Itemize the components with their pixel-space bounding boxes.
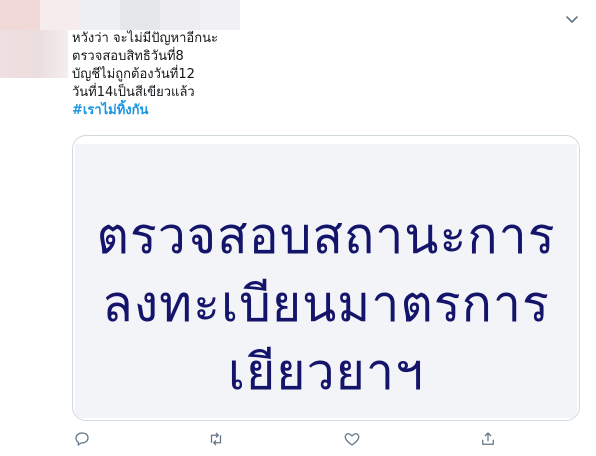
heart-icon (343, 430, 361, 452)
avatar[interactable] (0, 30, 68, 78)
blurred-user-header (0, 0, 245, 30)
media-text-line: ตรวจสอบสถานะการ (96, 207, 556, 265)
blurred-block (200, 0, 240, 30)
tweet-text-line: หวังว่า จะไม่มีปัญหาอีกนะ (72, 31, 218, 46)
retweet-icon (207, 430, 225, 452)
chevron-down-icon[interactable] (563, 10, 581, 28)
like-button[interactable] (340, 430, 364, 452)
media-text-line: เยียวยาฯ (227, 343, 425, 401)
reply-button[interactable] (70, 430, 94, 452)
blurred-block (40, 0, 80, 30)
tweet-text-line: บัญชีไม่ถูกต้องวันที่12 (72, 67, 195, 82)
tweet-text-line: วันที่14เป็นสีเขียวแล้ว (72, 85, 195, 100)
tweet-text: หวังว่า จะไม่มีปัญหาอีกนะ ตรวจสอบสิทธิวั… (72, 30, 552, 120)
hashtag-link[interactable]: #เราไม่ทิ้งกัน (72, 102, 552, 120)
blurred-block (80, 0, 120, 30)
tweet-text-line: ตรวจสอบสิทธิวันที่8 (72, 49, 184, 64)
media-image[interactable]: ตรวจสอบสถานะการ ลงทะเบียนมาตรการ เยียวยา… (75, 144, 577, 418)
blurred-block (160, 0, 200, 30)
media-text-line: ลงทะเบียนมาตรการ (102, 275, 550, 333)
share-icon (479, 430, 497, 452)
tweet-container: หวังว่า จะไม่มีปัญหาอีกนะ ตรวจสอบสิทธิวั… (0, 0, 596, 456)
retweet-button[interactable] (204, 430, 228, 452)
blurred-block (0, 0, 40, 30)
tweet-actions-bar (0, 428, 596, 456)
reply-icon (73, 430, 91, 452)
share-button[interactable] (476, 430, 500, 452)
blurred-block (120, 0, 160, 30)
media-card[interactable]: ตรวจสอบสถานะการ ลงทะเบียนมาตรการ เยียวยา… (72, 135, 580, 421)
